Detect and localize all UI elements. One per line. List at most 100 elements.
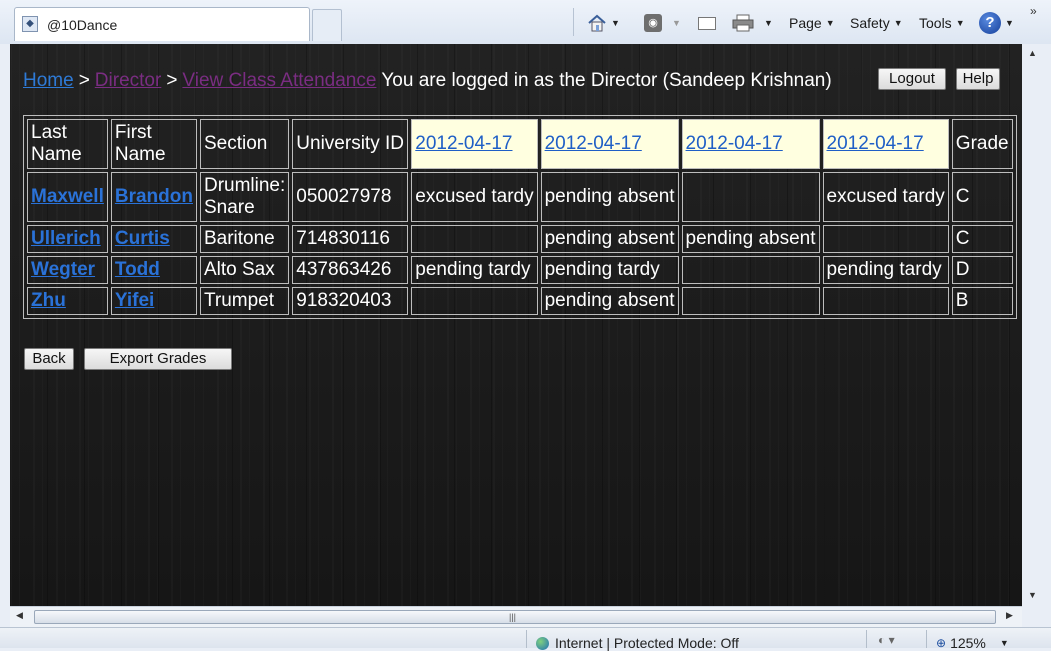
date-link[interactable]: 2012-04-17 [827,133,924,154]
logout-button[interactable]: Logout [878,68,946,90]
student-last-name-link[interactable]: Wegter [31,259,95,280]
vertical-scrollbar[interactable]: ▲ ▼ [1022,44,1051,606]
table-row: Maxwell Brandon Drumline: Snare 05002797… [27,172,1013,222]
feeds-button[interactable]: ◉ ▼ [644,11,681,35]
col-header-university-id: University ID [292,119,409,169]
scroll-right-arrow-icon[interactable]: ▶ [1006,610,1013,621]
cell-last-name: Ullerich [27,225,108,253]
back-button[interactable]: Back [24,348,74,370]
home-icon [588,14,606,32]
cell-last-name: Maxwell [27,172,108,222]
table-row: Wegter Todd Alto Sax 437863426 pending t… [27,256,1013,284]
breadcrumb-view-attendance-link[interactable]: View Class Attendance [182,70,376,91]
security-zone-label: Internet | Protected Mode: Off [555,635,739,651]
print-button[interactable]: ▼ [732,11,773,35]
cell-first-name: Brandon [110,172,197,222]
status-divider [926,630,927,648]
cell-attendance [822,287,949,315]
col-header-grade: Grade [951,119,1013,169]
date-link[interactable]: 2012-04-17 [545,133,642,154]
table-header-row: Last Name First Name Section University … [27,119,1013,169]
safety-menu[interactable]: Safety ▼ [850,11,903,35]
home-button[interactable]: ▼ [587,11,620,35]
status-divider [526,630,527,648]
cell-grade: B [951,287,1013,315]
scroll-down-arrow-icon[interactable]: ▼ [1028,590,1037,600]
date-link[interactable]: 2012-04-17 [415,133,512,154]
cell-attendance [411,287,538,315]
horizontal-scroll-thumb[interactable]: ||| [34,610,996,624]
status-divider [866,630,867,648]
cell-first-name: Yifei [110,287,197,315]
cell-section: Trumpet [199,287,290,315]
scroll-left-arrow-icon[interactable]: ◀ [16,610,23,621]
export-grades-button[interactable]: Export Grades [84,348,232,370]
student-first-name-link[interactable]: Todd [115,259,160,280]
toolbar-divider [573,8,574,36]
student-first-name-link[interactable]: Curtis [115,228,170,249]
student-last-name-link[interactable]: Zhu [31,290,66,311]
scroll-grip-icon: ||| [509,612,517,622]
chevron-down-icon: ▼ [955,18,965,28]
cell-attendance: excused tardy [411,172,538,222]
browser-tab-bar: ◆ @10Dance ▼ ◉ ▼ ▼ Page ▼ Safety ▼ Tools [0,0,1051,44]
page-menu[interactable]: Page ▼ [789,11,835,35]
page-viewport: Home > Director > View Class Attendance You … [10,44,1022,606]
breadcrumb-director-link[interactable]: Director [95,70,162,91]
help-menu[interactable]: ? ▼ [979,11,1014,35]
mail-icon [698,16,716,30]
col-header-last-name: Last Name [27,119,108,169]
date-link[interactable]: 2012-04-17 [686,133,783,154]
safety-menu-label: Safety [850,15,890,31]
cell-attendance: pending absent [540,172,679,222]
breadcrumb-separator: > [166,70,178,91]
browser-tab[interactable]: ◆ @10Dance [14,7,310,41]
tab-title: @10Dance [47,17,118,33]
new-tab-button[interactable] [312,9,342,41]
cell-grade: D [951,256,1013,284]
cell-last-name: Wegter [27,256,108,284]
chevron-down-icon: ▼ [1005,18,1014,28]
chevron-down-icon[interactable]: ▼ [1000,638,1009,648]
cell-section: Baritone [199,225,290,253]
cell-attendance: pending absent [681,225,820,253]
cell-grade: C [951,225,1013,253]
student-last-name-link[interactable]: Maxwell [31,186,104,207]
read-mail-button[interactable] [698,11,716,35]
chevron-down-icon[interactable]: ▼ [764,18,773,28]
security-zone[interactable]: Internet | Protected Mode: Off [536,635,739,651]
cell-last-name: Zhu [27,287,108,315]
cell-university-id: 437863426 [292,256,409,284]
breadcrumb-home-link[interactable]: Home [23,70,74,91]
horizontal-scrollbar[interactable]: ◀ ||| ▶ [10,606,1022,627]
chevron-down-icon: ▼ [825,18,835,28]
cell-attendance [822,225,949,253]
cell-attendance: pending tardy [822,256,949,284]
student-last-name-link[interactable]: Ullerich [31,228,101,249]
cell-university-id: 050027978 [292,172,409,222]
cell-attendance [681,172,820,222]
cell-university-id: 918320403 [292,287,409,315]
student-first-name-link[interactable]: Yifei [115,290,154,311]
col-header-first-name: First Name [110,119,197,169]
status-bar: Internet | Protected Mode: Off ◐ ▾ ⊕ 125… [0,627,1051,651]
zoom-control[interactable]: ⊕ 125% ▼ [936,635,1009,651]
help-button[interactable]: Help [956,68,1000,90]
toolbar-overflow-icon[interactable]: » [1030,4,1037,18]
printer-icon [732,14,754,32]
col-header-date-1: 2012-04-17 [411,119,538,169]
protected-mode-icon[interactable]: ◐ ▾ [878,633,895,647]
scroll-up-arrow-icon[interactable]: ▲ [1028,48,1037,58]
breadcrumb: Home > Director > View Class Attendance You … [23,70,832,92]
help-icon: ? [979,12,1001,34]
chevron-down-icon[interactable]: ▼ [611,18,620,28]
tools-menu[interactable]: Tools ▼ [919,11,965,35]
cell-university-id: 714830116 [292,225,409,253]
chevron-down-icon[interactable]: ▼ [672,18,681,28]
col-header-date-4: 2012-04-17 [822,119,949,169]
col-header-date-2: 2012-04-17 [540,119,679,169]
student-first-name-link[interactable]: Brandon [115,186,193,207]
site-favicon-icon: ◆ [22,16,38,32]
cell-section: Drumline: Snare [199,172,290,222]
cell-attendance: pending absent [540,225,679,253]
